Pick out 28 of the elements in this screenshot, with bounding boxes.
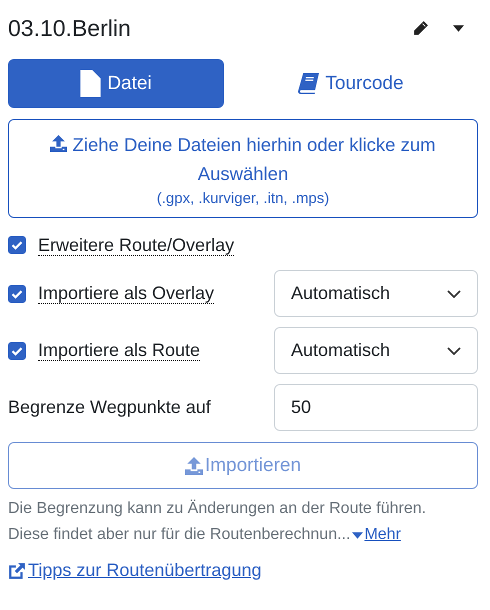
- tips-link[interactable]: Tipps zur Routenübertragung: [28, 560, 262, 581]
- option-label: Importiere als Overlay: [38, 283, 214, 304]
- upload-icon: [184, 456, 203, 474]
- route-title: 03.10.Berlin: [8, 14, 131, 42]
- caret-icon: [453, 24, 464, 32]
- caret-icon: [352, 532, 364, 538]
- pencil-icon: [412, 20, 429, 36]
- tab[interactable]: Tourcode: [224, 59, 478, 108]
- checkbox[interactable]: [8, 236, 26, 254]
- help-text: Die Begrenzung kann zu Änderungen an der Route führen.: [8, 498, 428, 519]
- option-label: Erweitere Route/Overlay: [38, 234, 234, 256]
- checkbox[interactable]: [8, 342, 26, 360]
- chevron-icon: [447, 290, 461, 298]
- help-text: Diese findet aber nur für die Routenberechnun...: [8, 525, 350, 545]
- option-label: Begrenze Wegpunkte auf: [8, 397, 211, 418]
- chevron-icon: [447, 346, 461, 354]
- dropdown[interactable]: Automatisch: [274, 270, 478, 317]
- dropdown[interactable]: Automatisch: [274, 327, 478, 374]
- number-field[interactable]: 50: [274, 384, 478, 431]
- upload-icon: [50, 135, 68, 152]
- tab[interactable]: Datei: [8, 59, 224, 108]
- external-link-icon: [8, 562, 26, 580]
- checkbox[interactable]: [8, 284, 26, 302]
- book-icon: [298, 73, 320, 94]
- file-drop-zone[interactable]: Ziehe Deine Dateien hierhin oder klicke zum Auswählen (.gpx, .kurviger, .itn, .mps): [8, 119, 478, 218]
- file-icon: [80, 70, 102, 97]
- option-label: Importiere als Route: [38, 340, 200, 361]
- more-link[interactable]: Mehr: [364, 522, 401, 548]
